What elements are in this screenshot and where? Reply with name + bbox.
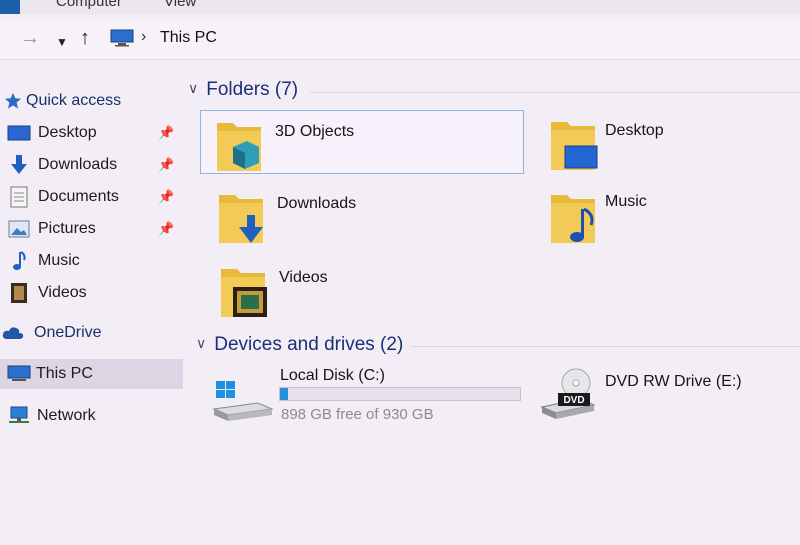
drive-name: DVD RW Drive (E:) xyxy=(605,373,742,390)
group-divider xyxy=(410,346,800,347)
desktop-folder-icon xyxy=(551,122,598,170)
folder-label: Desktop xyxy=(605,122,664,139)
downloads-folder-icon xyxy=(219,195,263,243)
pictures-icon xyxy=(6,218,32,240)
pin-icon[interactable]: 📌 xyxy=(158,157,174,173)
drive-dvd-e[interactable]: DVD DVD RW Drive (E:) xyxy=(540,365,770,425)
folder-tile-videos[interactable]: Videos xyxy=(205,257,525,321)
pin-icon[interactable]: 📌 xyxy=(158,189,174,205)
sidebar-item-label: Documents xyxy=(38,188,119,205)
folder-tile-desktop[interactable]: Desktop xyxy=(535,110,785,174)
recent-locations-button[interactable]: ▼ xyxy=(56,30,68,54)
chevron-down-icon[interactable]: ∨ xyxy=(196,335,206,352)
breadcrumb-separator[interactable]: › xyxy=(141,28,146,46)
tab-view[interactable]: View xyxy=(164,0,196,10)
sidebar-item-label: Music xyxy=(38,252,80,269)
sidebar-item-label: OneDrive xyxy=(34,324,102,341)
sidebar-item-label: Videos xyxy=(38,284,87,301)
documents-icon xyxy=(6,186,32,208)
sidebar-item-music[interactable]: Music xyxy=(0,246,183,276)
network-icon xyxy=(6,405,32,427)
sidebar-item-quick-access[interactable]: Quick access xyxy=(0,86,183,116)
cloud-icon xyxy=(0,322,26,344)
desktop-icon xyxy=(6,122,32,144)
drive-name: Local Disk (C:) xyxy=(280,367,385,384)
sidebar-item-onedrive[interactable]: OneDrive xyxy=(0,318,183,348)
folders-group-header[interactable]: ∨ Folders (7) xyxy=(188,79,298,101)
sidebar-item-label: Downloads xyxy=(38,156,118,173)
drive-usage-bar xyxy=(279,387,521,401)
sidebar-item-label: Pictures xyxy=(38,220,96,237)
drive-free-space: 898 GB free of 930 GB xyxy=(281,406,434,423)
windows-drive-icon xyxy=(212,381,274,421)
sidebar-item-label: This PC xyxy=(36,365,93,382)
music-folder-icon xyxy=(551,195,595,243)
folder-tile-downloads[interactable]: Downloads xyxy=(203,183,523,247)
tab-file[interactable] xyxy=(0,0,20,14)
sidebar-item-pictures[interactable]: Pictures 📌 xyxy=(0,214,183,244)
downloads-icon xyxy=(6,154,32,176)
folder-label: Videos xyxy=(279,269,328,286)
3d-objects-folder-icon xyxy=(217,123,261,171)
sidebar-item-label: Network xyxy=(37,407,96,424)
star-icon xyxy=(0,90,26,112)
folder-label: 3D Objects xyxy=(275,123,355,140)
this-pc-icon xyxy=(6,363,32,385)
music-icon xyxy=(6,250,32,272)
folder-label: Music xyxy=(605,193,647,210)
ribbon-tabs: Computer View xyxy=(0,0,800,14)
sidebar-item-desktop[interactable]: Desktop 📌 xyxy=(0,118,183,148)
folder-tile-music[interactable]: Music xyxy=(535,183,785,247)
sidebar-item-label: Quick access xyxy=(26,92,122,109)
sidebar-item-documents[interactable]: Documents 📌 xyxy=(0,182,183,212)
videos-icon xyxy=(6,282,32,304)
navigation-pane: Quick access Desktop 📌 Downloads 📌 Docum… xyxy=(0,62,185,545)
pin-icon[interactable]: 📌 xyxy=(158,125,174,141)
group-divider xyxy=(310,92,800,93)
dvd-badge: DVD xyxy=(563,395,584,406)
drive-local-disk-c[interactable]: Local Disk (C:) 898 GB free of 930 GB xyxy=(210,365,530,425)
sidebar-item-videos[interactable]: Videos xyxy=(0,278,183,308)
breadcrumb-this-pc[interactable]: This PC xyxy=(160,29,217,47)
dvd-drive-icon: DVD xyxy=(540,368,596,419)
folder-tile-3d-objects[interactable]: 3D Objects xyxy=(200,110,524,174)
videos-folder-icon xyxy=(221,269,267,317)
this-pc-icon xyxy=(110,29,134,47)
up-button[interactable]: ↑ xyxy=(80,26,90,50)
tab-computer[interactable]: Computer xyxy=(56,0,122,10)
sidebar-item-this-pc[interactable]: This PC xyxy=(0,359,183,389)
drive-usage-fill xyxy=(280,388,289,400)
chevron-down-icon[interactable]: ∨ xyxy=(188,80,198,97)
address-bar: → ▼ ↑ › This PC xyxy=(0,20,800,60)
sidebar-item-network[interactable]: Network xyxy=(0,401,183,431)
sidebar-item-label: Desktop xyxy=(38,124,97,141)
devices-group-title: Devices and drives (2) xyxy=(214,334,404,355)
folders-group-title: Folders (7) xyxy=(206,79,299,100)
devices-group-header[interactable]: ∨ Devices and drives (2) xyxy=(196,334,403,356)
pin-icon[interactable]: 📌 xyxy=(158,221,174,237)
sidebar-item-downloads[interactable]: Downloads 📌 xyxy=(0,150,183,180)
forward-button[interactable]: → xyxy=(20,26,40,50)
folder-label: Downloads xyxy=(277,195,357,212)
